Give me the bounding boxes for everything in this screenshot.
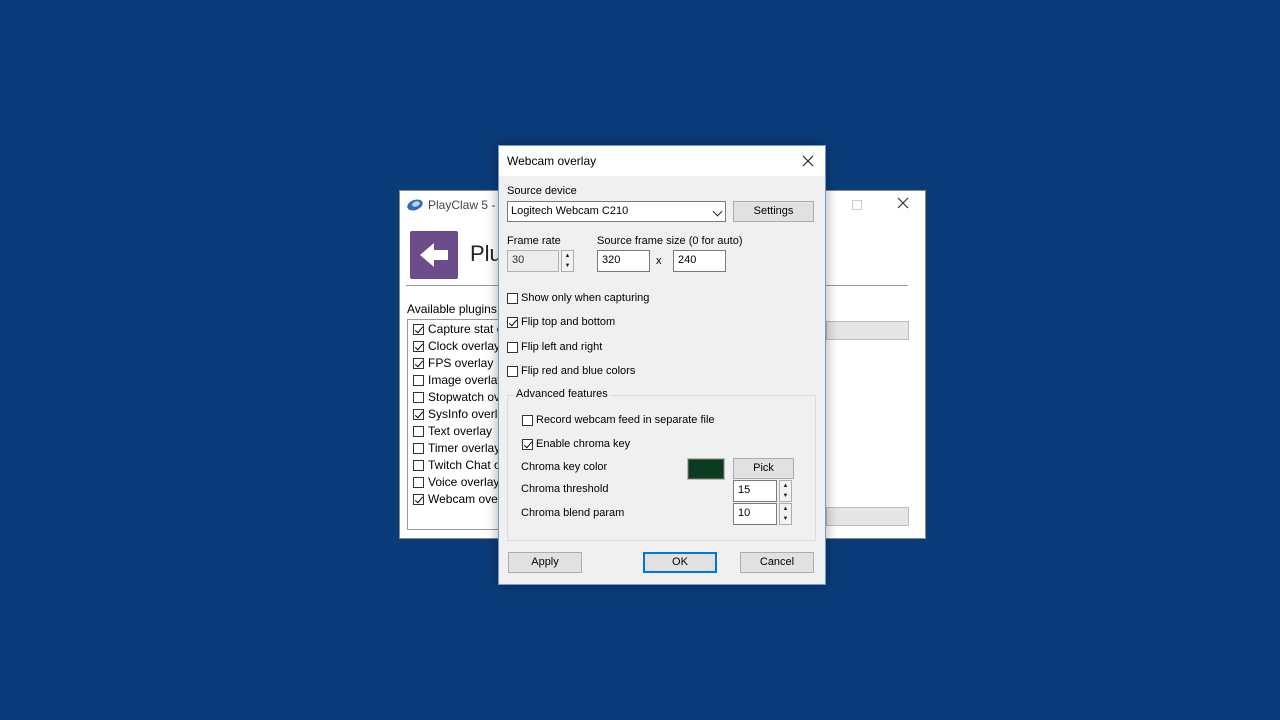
- plugin-checkbox[interactable]: [413, 459, 424, 471]
- chroma-key-color-label: Chroma key color: [521, 461, 608, 473]
- plugin-list-item[interactable]: FPS overlay: [413, 355, 493, 371]
- plugin-checkbox[interactable]: [413, 442, 424, 454]
- checkbox-label: Flip top and bottom: [521, 316, 616, 328]
- plugin-settings-panel-bar: [826, 321, 909, 340]
- plugin-list-item[interactable]: Twitch Chat ov: [413, 457, 507, 473]
- plugin-checkbox[interactable]: [413, 391, 424, 403]
- chroma-key-color-swatch[interactable]: [687, 458, 725, 480]
- advanced-features-label: Advanced features: [514, 388, 610, 400]
- plugin-list-item[interactable]: Image overlay: [413, 372, 503, 388]
- chroma-threshold-field[interactable]: 15: [733, 480, 777, 502]
- checkbox[interactable]: [507, 365, 518, 377]
- chroma-blend-label: Chroma blend param: [521, 507, 625, 519]
- option-flip-top-bottom[interactable]: Flip top and bottom: [507, 316, 615, 328]
- checkbox[interactable]: [507, 292, 518, 304]
- chroma-threshold-spinner[interactable]: ▲ ▼: [779, 480, 792, 502]
- playclaw-logo-icon: [407, 199, 423, 211]
- dialog-close-icon[interactable]: [797, 150, 819, 172]
- plugin-checkbox[interactable]: [413, 425, 424, 437]
- plugin-checkbox[interactable]: [413, 408, 424, 420]
- spin-up-icon[interactable]: ▲: [780, 504, 791, 514]
- plugin-label: FPS overlay: [428, 356, 494, 370]
- maximize-icon[interactable]: [848, 196, 866, 214]
- frame-rate-field[interactable]: 30: [507, 250, 559, 272]
- frame-size-separator: x: [656, 255, 662, 267]
- frame-width-field[interactable]: 320: [597, 250, 650, 272]
- close-icon[interactable]: [894, 195, 912, 213]
- spin-down-icon[interactable]: ▼: [780, 514, 791, 524]
- plugin-checkbox[interactable]: [413, 357, 424, 369]
- plugin-label: Timer overlay: [428, 441, 501, 455]
- spin-down-icon[interactable]: ▼: [780, 491, 791, 501]
- plugin-list-item[interactable]: Capture stat o: [413, 321, 503, 337]
- source-device-label: Source device: [507, 185, 577, 197]
- spin-down-icon[interactable]: ▼: [562, 261, 573, 271]
- plugin-checkbox[interactable]: [413, 476, 424, 488]
- chroma-blend-field[interactable]: 10: [733, 503, 777, 525]
- plugin-checkbox[interactable]: [413, 374, 424, 386]
- checkbox[interactable]: [522, 414, 533, 426]
- plugin-checkbox[interactable]: [413, 340, 424, 352]
- option-enable-chroma-key[interactable]: Enable chroma key: [522, 438, 630, 450]
- chroma-threshold-label: Chroma threshold: [521, 483, 609, 495]
- frame-rate-label: Frame rate: [507, 235, 561, 247]
- plugin-label: Stopwatch ove: [428, 390, 507, 404]
- chevron-down-icon: [712, 206, 723, 217]
- plugin-label: Webcam overl: [428, 492, 505, 506]
- checkbox[interactable]: [522, 438, 533, 450]
- checkbox[interactable]: [507, 316, 518, 328]
- apply-button[interactable]: Apply: [508, 552, 582, 573]
- available-plugins-label: Available plugins: [407, 302, 497, 316]
- frame-size-label: Source frame size (0 for auto): [597, 235, 743, 247]
- plugin-label: Image overlay: [428, 373, 504, 387]
- spin-up-icon[interactable]: ▲: [562, 251, 573, 261]
- checkbox-label: Record webcam feed in separate file: [536, 414, 715, 426]
- dialog-titlebar: Webcam overlay: [499, 146, 825, 176]
- frame-rate-spinner[interactable]: ▲ ▼: [561, 250, 574, 272]
- dialog-title: Webcam overlay: [507, 154, 597, 168]
- source-device-value: Logitech Webcam C210: [511, 205, 629, 217]
- plugin-list-item[interactable]: Text overlay: [413, 423, 492, 439]
- plugin-list-item[interactable]: Voice overlay: [413, 474, 499, 490]
- option-show-only-capturing[interactable]: Show only when capturing: [507, 292, 649, 304]
- checkbox[interactable]: [507, 341, 518, 353]
- plugin-label: Capture stat o: [428, 322, 504, 336]
- option-record-separate-file[interactable]: Record webcam feed in separate file: [522, 414, 715, 426]
- chroma-blend-spinner[interactable]: ▲ ▼: [779, 503, 792, 525]
- ok-button[interactable]: OK: [643, 552, 717, 573]
- plugin-list-item[interactable]: Clock overlay: [413, 338, 500, 354]
- webcam-overlay-dialog: Webcam overlay Source device Logitech We…: [498, 145, 826, 585]
- pick-color-button[interactable]: Pick: [733, 458, 794, 479]
- back-arrow-button[interactable]: [410, 231, 458, 279]
- spin-up-icon[interactable]: ▲: [780, 481, 791, 491]
- plugin-list-item[interactable]: Webcam overl: [413, 491, 504, 507]
- checkbox-label: Flip left and right: [521, 341, 603, 353]
- plugin-label: SysInfo overla: [428, 407, 505, 421]
- cancel-button[interactable]: Cancel: [740, 552, 814, 573]
- checkbox-label: Show only when capturing: [521, 292, 650, 304]
- option-flip-red-blue[interactable]: Flip red and blue colors: [507, 365, 635, 377]
- checkbox-label: Enable chroma key: [536, 438, 631, 450]
- plugin-checkbox[interactable]: [413, 493, 424, 505]
- plugin-label: Clock overlay: [428, 339, 501, 353]
- window-title: PlayClaw 5 -: [428, 198, 496, 212]
- plugin-label: Voice overlay: [428, 475, 500, 489]
- plugin-list-item[interactable]: Stopwatch ove: [413, 389, 507, 405]
- checkbox-label: Flip red and blue colors: [521, 365, 636, 377]
- back-arrow-icon: [420, 243, 448, 267]
- settings-button[interactable]: Settings: [733, 201, 814, 222]
- plugin-list-item[interactable]: SysInfo overla: [413, 406, 504, 422]
- frame-height-field[interactable]: 240: [673, 250, 726, 272]
- plugin-footer-bar[interactable]: [826, 507, 909, 526]
- plugin-label: Text overlay: [428, 424, 493, 438]
- option-flip-left-right[interactable]: Flip left and right: [507, 341, 602, 353]
- source-device-select[interactable]: Logitech Webcam C210: [507, 201, 726, 222]
- plugin-list-item[interactable]: Timer overlay: [413, 440, 500, 456]
- plugin-label: Twitch Chat ov: [428, 458, 507, 472]
- plugin-checkbox[interactable]: [413, 323, 424, 335]
